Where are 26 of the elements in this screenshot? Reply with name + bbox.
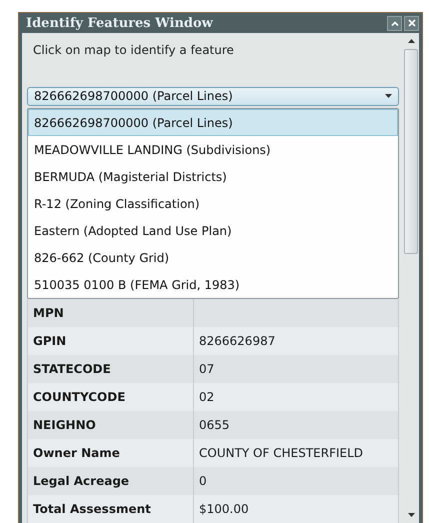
- close-button[interactable]: [404, 16, 419, 30]
- dropdown-option[interactable]: 826-662 (County Grid): [28, 244, 398, 271]
- window-title: Identify Features Window: [26, 16, 213, 30]
- scroll-thumb[interactable]: [404, 49, 418, 254]
- dropdown-option[interactable]: MEADOWVILLE LANDING (Subdivisions): [28, 136, 398, 163]
- field-value-cell-text: 8266626987: [198, 333, 276, 350]
- field-name-cell: Total Assessment: [28, 495, 194, 523]
- dropdown-option[interactable]: 510035 0100 B (FEMA Grid, 1983): [28, 271, 398, 298]
- field-value-cell-text: COUNTY OF CHESTERFIELD: [198, 445, 364, 462]
- field-value-cell-text: 0655: [198, 417, 231, 434]
- dropdown-option[interactable]: BERMUDA (Magisterial Districts): [28, 163, 398, 190]
- dropdown-option[interactable]: 826662698700000 (Parcel Lines): [28, 109, 398, 136]
- chevron-up-icon: [390, 20, 398, 26]
- field-value-cell-text: 0: [198, 473, 208, 490]
- field-value-cell-text: $100.00: [198, 501, 250, 518]
- instruction-text: Click on map to identify a feature: [32, 42, 235, 59]
- field-value-cell-text: 02: [198, 389, 216, 406]
- scroll-down-icon[interactable]: [408, 513, 414, 517]
- collapse-button[interactable]: [387, 16, 402, 30]
- feature-dropdown[interactable]: 826662698700000 (Parcel Lines): [27, 86, 399, 106]
- dropdown-option[interactable]: Eastern (Adopted Land Use Plan): [28, 217, 398, 244]
- field-value-cell-text: 07: [198, 361, 216, 378]
- dropdown-option[interactable]: R-12 (Zoning Classification): [28, 190, 398, 217]
- scroll-up-icon[interactable]: [408, 39, 414, 43]
- close-icon: [408, 19, 416, 27]
- caret-icon[interactable]: [385, 94, 392, 98]
